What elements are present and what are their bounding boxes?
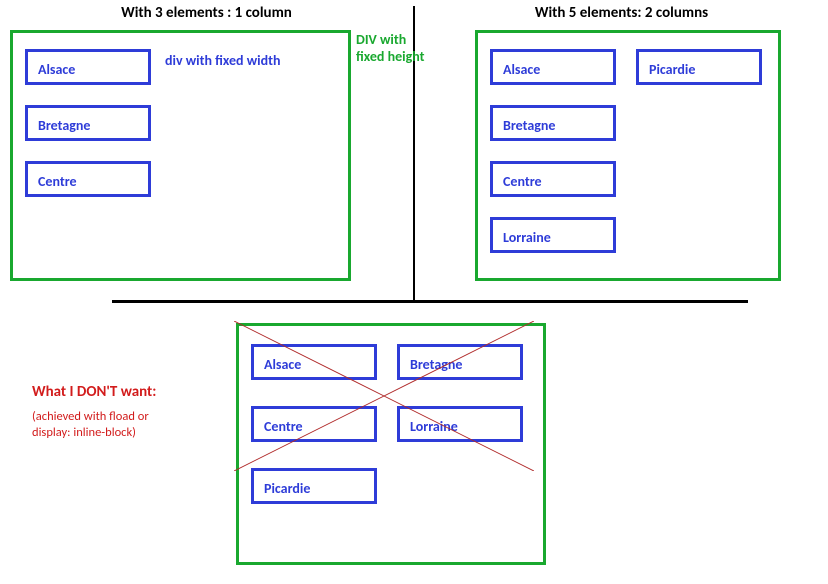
dont-want-sub1: (achieved with fload or	[32, 409, 149, 425]
example-2-columns: With 5 elements: 2 columns Alsace Bretag…	[415, 0, 828, 300]
greenbox-3: Alsace Bretagne Centre Lorraine Picardie	[236, 323, 546, 565]
annotation-fixed-width: div with fixed width	[165, 53, 280, 70]
list-item: Bretagne	[25, 105, 151, 141]
list-item: Picardie	[251, 468, 377, 504]
example-1-title: With 3 elements : 1 column	[0, 4, 413, 22]
list-item: Alsace	[490, 49, 616, 85]
top-section: With 3 elements : 1 column Alsace Bretag…	[0, 0, 828, 300]
dont-want-title: What I DON'T want:	[32, 383, 156, 401]
example-1-column: With 3 elements : 1 column Alsace Bretag…	[0, 0, 413, 300]
greenbox-1: Alsace Bretagne Centre div with fixed wi…	[10, 30, 351, 281]
list-item: Centre	[490, 161, 616, 197]
list-item: Centre	[251, 406, 377, 442]
list-item: Lorraine	[490, 217, 616, 253]
bottom-section: What I DON'T want: (achieved with fload …	[0, 303, 828, 583]
greenbox-2: Alsace Bretagne Centre Lorraine Picardie	[475, 30, 781, 281]
dont-want-sub2: display: inline-block)	[32, 425, 136, 441]
list-item: Bretagne	[397, 344, 523, 380]
list-item: Alsace	[251, 344, 377, 380]
list-item: Alsace	[25, 49, 151, 85]
list-item: Centre	[25, 161, 151, 197]
example-2-title: With 5 elements: 2 columns	[415, 4, 828, 22]
list-item: Picardie	[636, 49, 762, 85]
list-item: Lorraine	[397, 406, 523, 442]
list-item: Bretagne	[490, 105, 616, 141]
